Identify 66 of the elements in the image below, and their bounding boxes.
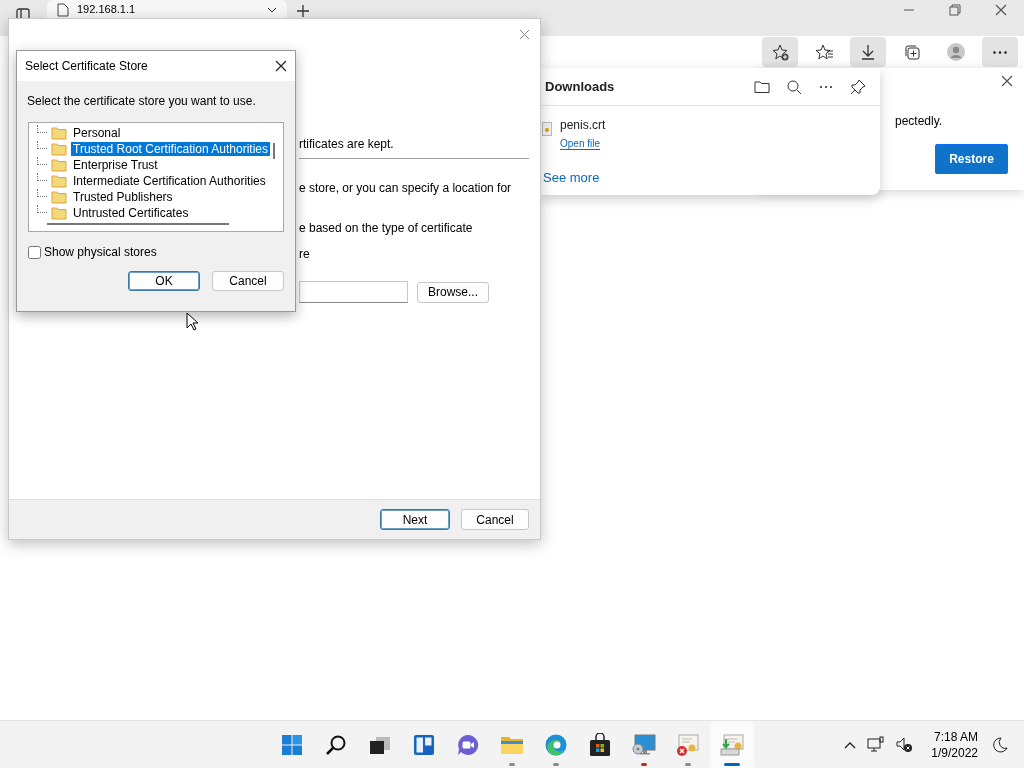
open-file-link[interactable]: Open file xyxy=(560,138,601,150)
restore-button[interactable]: Restore xyxy=(935,144,1008,174)
new-tab-icon[interactable] xyxy=(296,4,310,18)
store-bag-icon[interactable] xyxy=(588,733,612,757)
dialog-prompt: Select the certificate store you want to use. xyxy=(26,93,257,110)
dialog-button[interactable]: OK xyxy=(128,271,200,291)
folder-icon xyxy=(51,206,67,220)
folder-icon[interactable] xyxy=(754,78,770,95)
downloads-panel: Downloads penis.crt Open file See more xyxy=(541,68,880,195)
browse-button[interactable]: Browse... xyxy=(417,281,489,303)
scrollbar-thumb[interactable] xyxy=(273,143,275,159)
tree-item[interactable]: Trusted Root Certification Authorities xyxy=(71,142,270,156)
description-text: rtificates are kept. xyxy=(299,137,395,151)
wizard-button[interactable]: Cancel xyxy=(461,509,529,530)
browser-tab[interactable]: 192.168.1.1 xyxy=(47,0,287,18)
close-icon[interactable] xyxy=(995,4,1007,16)
tree-item[interactable]: Enterprise Trust xyxy=(71,158,160,172)
tree-item[interactable]: Personal xyxy=(71,126,123,140)
volume-muted-icon[interactable] xyxy=(895,736,914,754)
certificate-error-icon[interactable] xyxy=(676,733,700,757)
start-icon[interactable] xyxy=(280,733,304,757)
browser-icon[interactable] xyxy=(544,733,568,757)
folder-icon xyxy=(51,158,67,172)
network-icon[interactable] xyxy=(867,736,886,754)
clock-date[interactable]: 1/9/2022 xyxy=(931,745,978,761)
path-input-field[interactable] xyxy=(299,281,408,303)
collections-icon xyxy=(903,43,921,61)
scrollbar-thumb[interactable] xyxy=(47,223,229,225)
checkbox[interactable] xyxy=(28,245,41,259)
monitor-icon[interactable] xyxy=(632,733,656,757)
favorites-icon xyxy=(815,43,833,61)
description-text: e store, or you can specify a location for xyxy=(299,181,513,195)
download-button[interactable] xyxy=(850,37,886,67)
add-favorite-button[interactable] xyxy=(762,37,798,67)
close-icon[interactable] xyxy=(1001,75,1013,87)
folder-icon xyxy=(51,190,67,204)
folder-icon xyxy=(51,174,67,188)
dialog-button[interactable]: Cancel xyxy=(212,271,284,291)
wizard-button[interactable]: Next xyxy=(380,509,450,530)
description-text: re xyxy=(299,247,311,261)
file-name: penis.crt xyxy=(560,117,606,134)
clock-time[interactable]: 7:18 AM xyxy=(931,729,978,745)
more-icon xyxy=(993,50,1007,54)
description-text: e based on the type of certificate xyxy=(299,221,474,235)
certificate-icon[interactable] xyxy=(720,733,744,757)
restore-icon[interactable] xyxy=(949,4,961,16)
widgets-icon[interactable] xyxy=(412,733,436,757)
search-icon[interactable] xyxy=(324,733,348,757)
pointer-cursor-icon xyxy=(186,312,198,331)
add-favorite-icon xyxy=(771,43,789,61)
tree-item[interactable]: Intermediate Certification Authorities xyxy=(71,174,268,188)
page-icon xyxy=(57,3,69,17)
folder-icon xyxy=(51,126,67,140)
close-icon[interactable] xyxy=(275,60,287,72)
profile-avatar-icon xyxy=(947,43,965,61)
checkbox-label: Show physical stores xyxy=(44,244,157,261)
chevron-down-icon[interactable] xyxy=(267,6,277,14)
tree-item[interactable]: Untrusted Certificates xyxy=(71,206,191,220)
dialog-title: Select Certificate Store xyxy=(25,58,148,75)
video-chat-icon[interactable] xyxy=(456,733,480,757)
see-more-link[interactable]: See more xyxy=(543,168,600,188)
moon-icon[interactable] xyxy=(992,737,1008,753)
folder-icon xyxy=(51,142,67,156)
pin-icon[interactable] xyxy=(850,78,866,95)
download-icon xyxy=(859,43,877,61)
tree-item[interactable]: Trusted Publishers xyxy=(71,190,175,204)
